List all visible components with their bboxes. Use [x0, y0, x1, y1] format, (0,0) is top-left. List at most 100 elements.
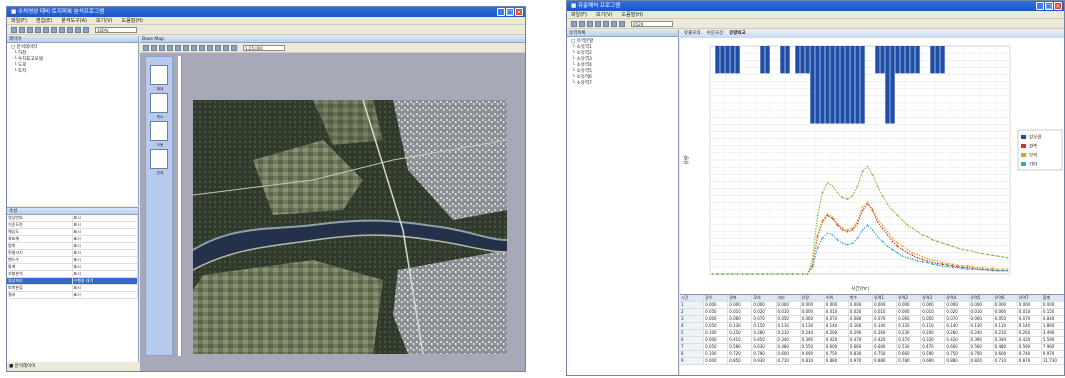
new-icon[interactable] [11, 26, 17, 33]
table-header-cell[interactable]: 관측 [728, 295, 753, 301]
property-row[interactable]: 통계 표시 [7, 264, 138, 271]
draw-line-icon[interactable] [199, 44, 205, 51]
table-cell: 0.150 [752, 323, 777, 329]
table-row[interactable]: 8 0.100 0.720 0.790 0.600 0.690 0.750 0.830 0.75… [680, 351, 1064, 358]
undo-icon[interactable] [67, 26, 73, 33]
save-icon[interactable] [587, 20, 593, 27]
minimize-icon[interactable]: _ [1036, 2, 1044, 10]
menu-item[interactable]: 보기(V) [96, 17, 113, 24]
pan-icon[interactable] [159, 44, 165, 51]
satellite-map-image[interactable] [193, 100, 507, 354]
open-icon[interactable] [19, 26, 25, 33]
table-row[interactable]: 3 0.000 0.060 0.070 0.050 0.060 0.070 0.080 0.07… [680, 316, 1064, 323]
run-icon[interactable] [595, 20, 601, 27]
table-row[interactable]: 9 0.000 0.850 0.930 0.710 0.810 0.880 0.970 0.88… [680, 358, 1064, 365]
close-icon[interactable]: × [1054, 2, 1062, 10]
property-row[interactable]: 기준도면 표시 [7, 222, 138, 229]
table-header-cell[interactable]: 강우 [704, 295, 729, 301]
minimize-icon[interactable]: _ [497, 8, 505, 16]
menu-item[interactable]: 보기(V) [596, 11, 613, 18]
tab-1[interactable]: 수문곡선 [707, 30, 724, 38]
cut-icon[interactable] [43, 26, 49, 33]
table-header-cell[interactable]: 합계 [1042, 295, 1064, 301]
zoom-combo[interactable]: 100% [95, 26, 137, 33]
property-row[interactable]: 픽셀크기 표시 [7, 250, 138, 257]
maximize-icon[interactable]: □ [1045, 2, 1053, 10]
print-icon[interactable] [35, 26, 41, 33]
property-name: 지형분석 [7, 271, 73, 277]
table-header-cell[interactable]: 변수 [849, 295, 873, 301]
property-row[interactable]: 밴드수 표시 [7, 257, 138, 264]
stop-icon[interactable] [603, 20, 609, 27]
table-header-cell[interactable]: 유역4 [945, 295, 970, 301]
measure-icon[interactable] [191, 44, 197, 51]
menu-item[interactable]: 파일(F) [11, 17, 27, 24]
table-header-cell[interactable]: 유역3 [921, 295, 946, 301]
maximize-icon[interactable]: □ [506, 8, 514, 16]
layer-item[interactable]: └ 토지 [11, 69, 134, 75]
draw-polygon-icon[interactable] [207, 44, 213, 51]
property-row[interactable]: 결과 표시 [7, 292, 138, 299]
x-axis-label: 시간(hr) [851, 285, 869, 292]
legend-swatch [1021, 144, 1026, 148]
export-icon[interactable] [231, 44, 237, 51]
paste-icon[interactable] [59, 26, 65, 33]
table-header-cell[interactable]: 유역7 [1018, 295, 1042, 301]
table-row[interactable]: 7 0.050 0.580 0.630 0.480 0.550 0.600 0.660 0.60… [680, 344, 1064, 351]
table-header-cell[interactable]: 유역6 [994, 295, 1018, 301]
side-tool-button[interactable]: 전체 [150, 149, 168, 175]
property-row[interactable]: 영상번호 표시 [7, 215, 138, 222]
event-combo[interactable]: 0520 [631, 20, 673, 27]
table-header-cell[interactable]: 유역5 [970, 295, 994, 301]
copy-icon[interactable] [51, 26, 57, 33]
open-icon[interactable] [579, 20, 585, 27]
zoom-in-icon[interactable] [143, 44, 149, 51]
menu-item[interactable]: 분석도구(A) [61, 17, 87, 24]
property-row[interactable]: 범위 표시 [7, 243, 138, 250]
side-tool-button[interactable]: 이동 [150, 121, 168, 147]
layer-icon[interactable] [215, 44, 221, 51]
map-tab[interactable]: Base Map [140, 36, 525, 43]
table-header-cell[interactable]: 수위 [825, 295, 849, 301]
table-row[interactable]: 1 0.000 0.000 0.000 0.000 0.000 0.000 0.000 0.00… [680, 302, 1064, 309]
table-cell: 0.810 [801, 358, 825, 364]
table-row[interactable]: 5 0.100 0.250 0.280 0.210 0.240 0.260 0.290 0.26… [680, 330, 1064, 337]
zoom-out-icon[interactable] [151, 44, 157, 51]
property-row[interactable]: 해상도 표시 [7, 229, 138, 236]
table-header-cell[interactable]: 유역1 [873, 295, 898, 301]
new-icon[interactable] [571, 20, 577, 27]
menu-item[interactable]: 편집(E) [36, 17, 52, 24]
table-icon[interactable] [619, 20, 625, 27]
table-header-cell[interactable]: 기타 [777, 295, 801, 301]
redo-icon[interactable] [75, 26, 81, 33]
table-row[interactable]: 4 0.050 0.130 0.150 0.110 0.130 0.140 0.160 0.14… [680, 323, 1064, 330]
identify-icon[interactable] [183, 44, 189, 51]
property-row[interactable]: 좌표계 표시 [7, 236, 138, 243]
property-row[interactable]: 영상처리 수행중 대기 [7, 278, 138, 285]
tab-0[interactable]: 유출모의 [684, 30, 701, 38]
refresh-icon[interactable] [223, 44, 229, 51]
series-point [931, 263, 934, 266]
save-icon[interactable] [27, 26, 33, 33]
table-row[interactable]: 6 0.000 0.410 0.450 0.340 0.390 0.420 0.470 0.42… [680, 337, 1064, 344]
menu-item[interactable]: 도움말(H) [622, 11, 643, 18]
property-row[interactable]: 지형분석 표시 [7, 271, 138, 278]
table-header-cell[interactable]: 유역2 [897, 295, 922, 301]
table-header-cell[interactable]: 유량 [801, 295, 825, 301]
tab-2[interactable]: 유량비교 [729, 30, 746, 38]
close-icon[interactable]: × [515, 8, 523, 16]
scale-combo[interactable]: 1:25,000 [243, 44, 285, 51]
select-icon[interactable] [175, 44, 181, 51]
side-tool-button[interactable]: 확대 [150, 65, 168, 91]
table-row[interactable]: 2 0.050 0.010 0.020 0.010 0.000 0.010 0.020 0.01… [680, 309, 1064, 316]
side-tool-button[interactable]: 축소 [150, 93, 168, 119]
property-row[interactable]: 피복분류 표시 [7, 285, 138, 292]
full-extent-icon[interactable] [167, 44, 173, 51]
menu-item[interactable]: 도움말(H) [122, 17, 143, 24]
basin-item[interactable]: └ 소유역7 [571, 81, 674, 87]
menu-item[interactable]: 파일(F) [571, 11, 587, 18]
table-header-cell[interactable]: 모의 [752, 295, 777, 301]
table-header-cell[interactable]: 시간 [680, 295, 705, 301]
help-icon[interactable] [83, 26, 89, 33]
chart-icon[interactable] [611, 20, 617, 27]
